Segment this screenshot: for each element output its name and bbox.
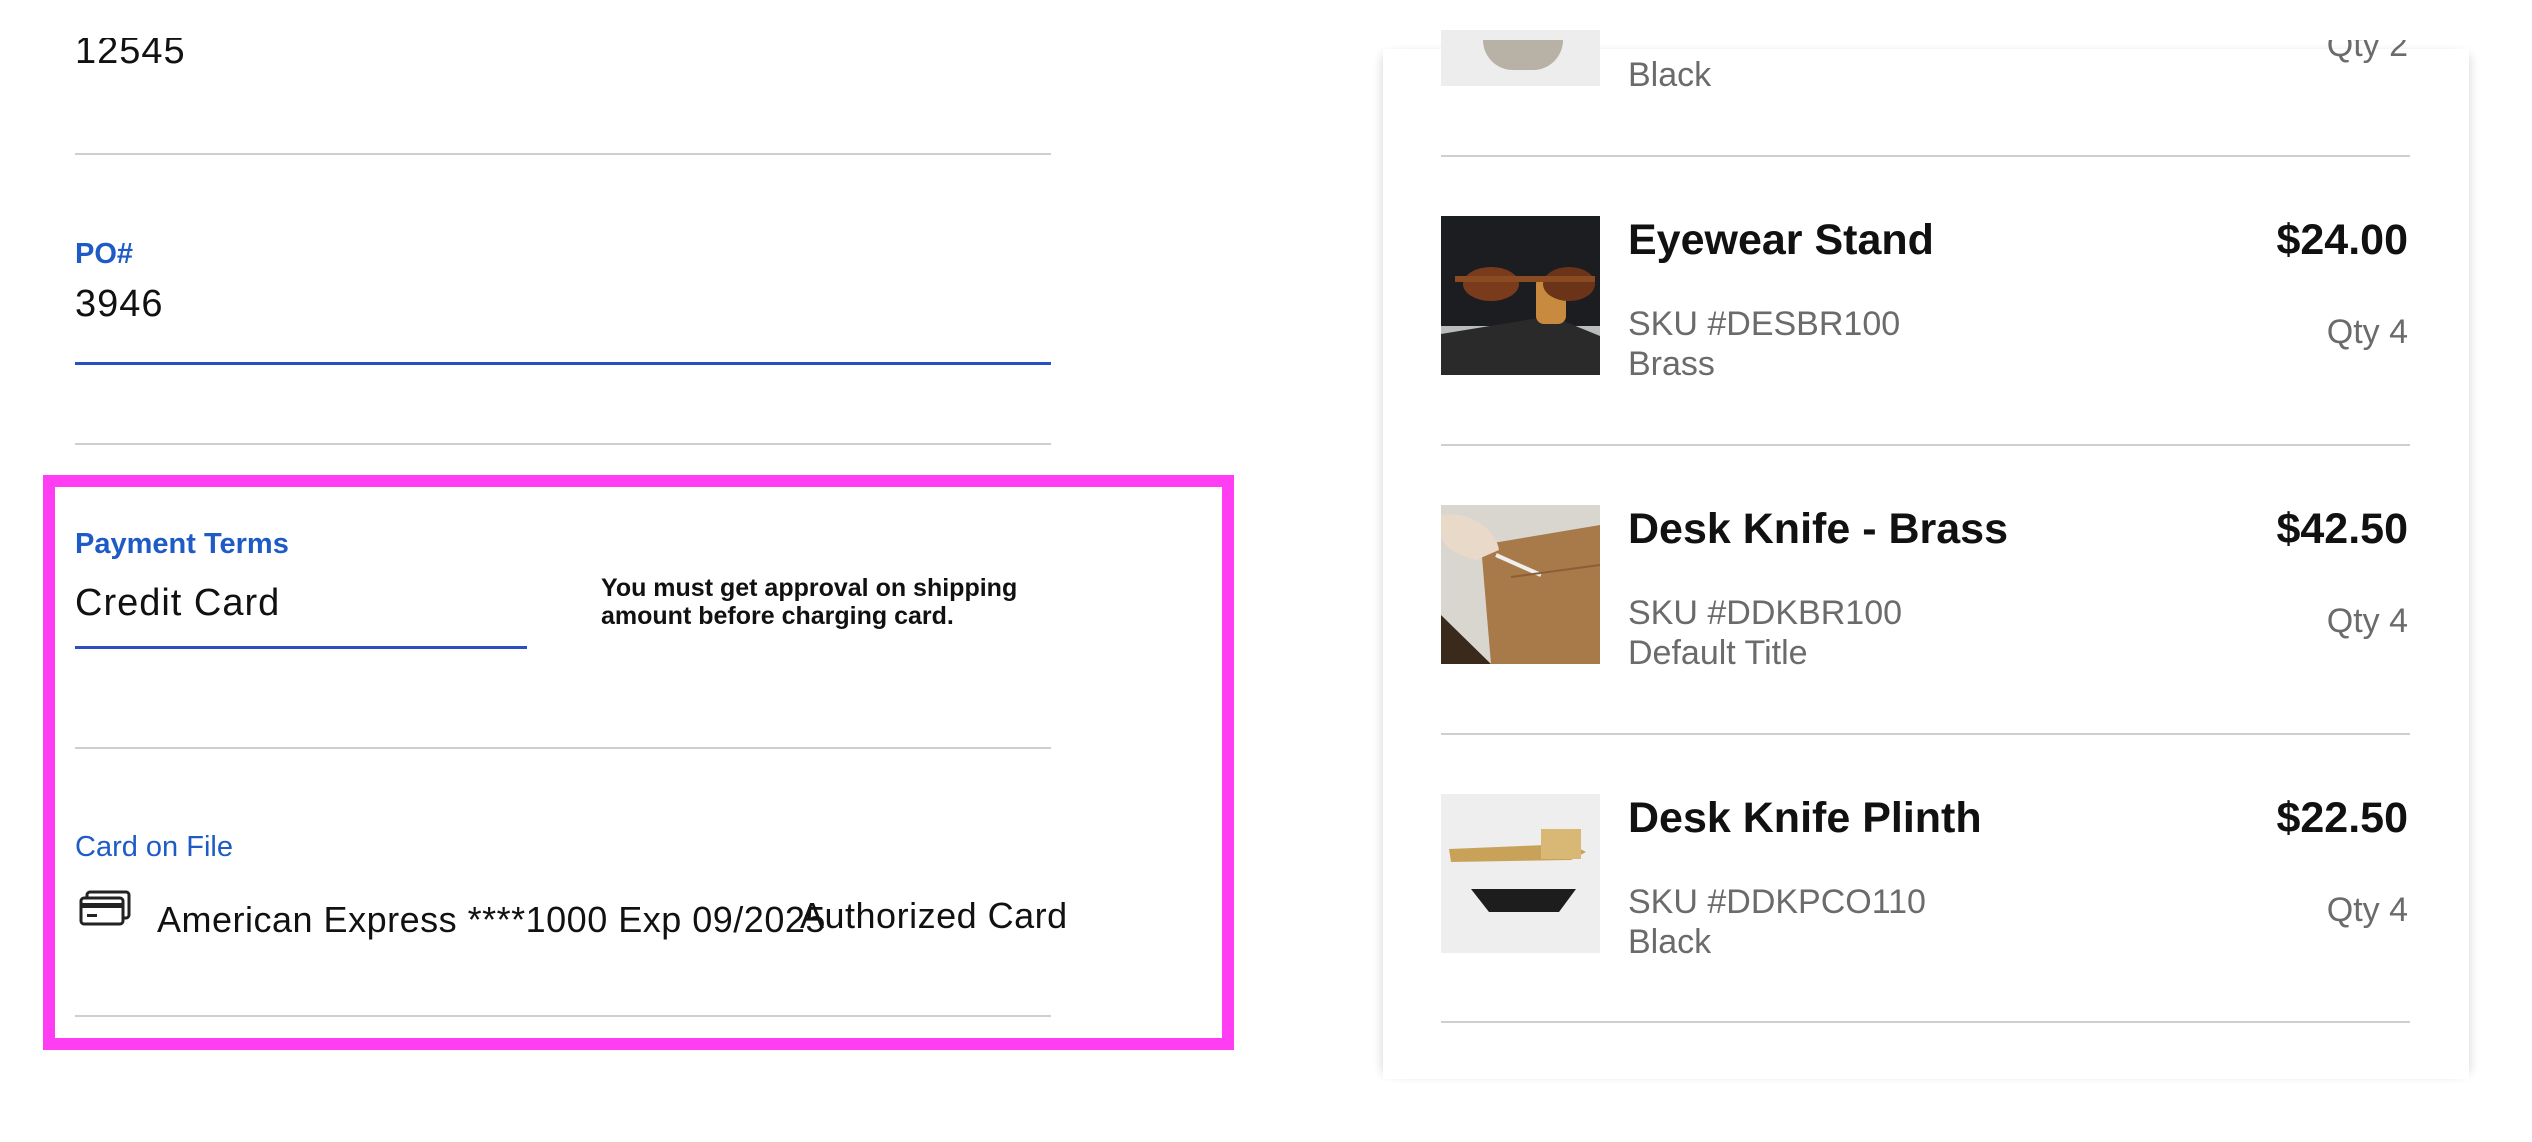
po-label: PO# — [75, 238, 134, 270]
card-on-file-text[interactable]: American Express ****1000 Exp 09/2025 — [157, 899, 826, 941]
item-name: Desk Knife - Brass — [1628, 505, 2008, 553]
item-price: $24.00 — [2276, 216, 2408, 264]
payment-terms-underline — [75, 646, 527, 649]
item-qty: Qty 4 — [2326, 313, 2408, 351]
item-qty: Qty 4 — [2326, 602, 2408, 640]
product-thumbnail[interactable] — [1441, 216, 1600, 375]
item-variant: Black — [1628, 923, 1712, 961]
item-divider — [1441, 155, 2410, 157]
divider — [75, 153, 1051, 155]
product-thumbnail[interactable] — [1441, 505, 1600, 664]
item-name: Desk Knife Plinth — [1628, 794, 1982, 842]
zip-field-value[interactable]: 12545 — [75, 38, 186, 73]
credit-card-icon — [79, 890, 131, 926]
item-price: $42.50 — [2276, 505, 2408, 553]
item-qty: Qty 4 — [2326, 891, 2408, 929]
item-sku: SKU #DDKBR100 — [1628, 594, 1903, 632]
payment-terms-select[interactable]: Credit Card — [75, 582, 280, 625]
divider — [75, 1015, 1051, 1017]
item-qty: Qty 2 — [2326, 26, 2408, 64]
item-variant: Black — [1628, 56, 1712, 94]
payment-terms-note: You must get approval on shipping amount… — [601, 574, 1017, 630]
payment-terms-note-line-1: You must get approval on shipping — [601, 574, 1018, 602]
item-variant: Brass — [1628, 345, 1715, 383]
item-variant: Default Title — [1628, 634, 1808, 672]
divider — [75, 747, 1051, 749]
payment-terms-note-line-2: amount before charging card. — [601, 602, 954, 630]
product-thumbnail[interactable] — [1441, 794, 1600, 953]
divider — [75, 443, 1051, 445]
item-divider — [1441, 444, 2410, 446]
item-divider — [1441, 1021, 2410, 1023]
item-sku: SKU #DESBR100 — [1628, 305, 1901, 343]
payment-highlight-box — [43, 475, 1234, 1050]
po-input-underline — [75, 362, 1051, 365]
product-thumbnail — [1441, 30, 1600, 86]
item-price: $22.50 — [2276, 794, 2408, 842]
po-input[interactable]: 3946 — [75, 283, 164, 326]
card-on-file-label: Card on File — [75, 831, 233, 863]
item-divider — [1441, 733, 2410, 735]
item-sku: SKU #DDKPCO110 — [1628, 883, 1926, 921]
card-status-text: Authorized Card — [800, 895, 1068, 936]
item-name: Eyewear Stand — [1628, 216, 1934, 264]
payment-terms-label: Payment Terms — [75, 528, 289, 560]
